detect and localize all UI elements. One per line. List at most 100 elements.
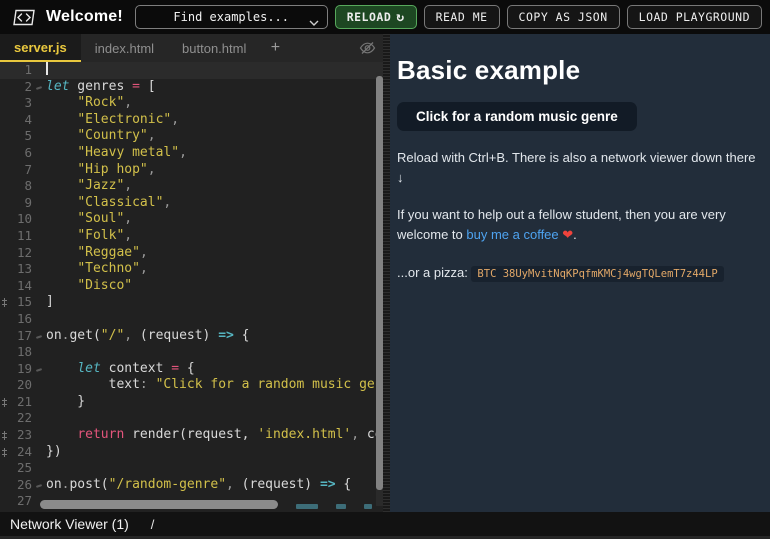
code-line[interactable]: 16 xyxy=(0,311,383,328)
add-tab-button[interactable]: + xyxy=(260,34,290,62)
code-text: "Classical", xyxy=(77,194,172,210)
line-number: 18 xyxy=(16,344,32,360)
line-number: 9 xyxy=(24,194,32,210)
code-line[interactable]: 11 "Folk", xyxy=(0,228,383,245)
reload-hint-text: Reload with Ctrl+B. There is also a netw… xyxy=(397,150,756,186)
code-line[interactable]: 24}) xyxy=(0,444,383,461)
code-text: "Reggae", xyxy=(77,244,148,260)
fold-slot xyxy=(32,228,46,245)
code-line[interactable]: 4 "Electronic", xyxy=(0,112,383,129)
code-text: "Soul", xyxy=(77,211,133,227)
network-viewer-label[interactable]: Network Viewer (1) xyxy=(10,516,129,532)
code-line[interactable]: 25 xyxy=(0,460,383,477)
gutter-marker-slot xyxy=(0,79,9,96)
fold-slot xyxy=(32,145,46,162)
random-genre-button[interactable]: Click for a random music genre xyxy=(397,102,637,131)
find-examples-value: Find examples... xyxy=(173,10,289,24)
heart-icon: ❤ xyxy=(558,227,574,243)
code-text: text: "Click for a random music genre" xyxy=(46,377,383,393)
code-line[interactable]: 3 "Rock", xyxy=(0,95,383,112)
gutter-marker-slot xyxy=(0,162,9,179)
gutter-marker-slot xyxy=(0,145,9,162)
load-playground-button[interactable]: LOAD PLAYGROUND xyxy=(626,5,762,29)
code-editor[interactable]: 1 2 let genres = [3 "Rock", 4 "Electronic",… xyxy=(0,62,383,512)
code-line[interactable]: 2 let genres = [ xyxy=(0,79,383,96)
gutter-marker-slot xyxy=(0,261,9,278)
read-me-button[interactable]: READ ME xyxy=(423,5,500,29)
copy-as-json-button[interactable]: COPY AS JSON xyxy=(506,5,620,29)
fold-toggle-icon[interactable] xyxy=(32,79,46,96)
code-line[interactable]: 7 "Hip hop", xyxy=(0,162,383,179)
line-number: 6 xyxy=(24,144,32,160)
gutter-marker-slot xyxy=(0,410,9,427)
line-number: 22 xyxy=(16,410,32,426)
tab-index-html[interactable]: index.html xyxy=(81,34,168,62)
fold-slot xyxy=(32,344,46,361)
top-bar: Welcome! Find examples... RELOAD ↻ READ … xyxy=(0,0,770,34)
line-number: 1 xyxy=(24,62,32,77)
reload-button[interactable]: RELOAD ↻ xyxy=(334,5,417,29)
code-line[interactable]: 23 return render(request, 'index.html', … xyxy=(0,427,383,444)
line-number: 25 xyxy=(16,460,32,476)
fold-slot xyxy=(32,195,46,212)
fold-toggle-icon[interactable] xyxy=(32,477,46,494)
chevron-down-icon xyxy=(309,15,319,29)
line-number: 24 xyxy=(16,443,32,459)
code-line[interactable]: 20 text: "Click for a random music genre… xyxy=(0,377,383,394)
tab-server-js[interactable]: server.js xyxy=(0,34,81,62)
line-number: 3 xyxy=(24,95,32,111)
gutter-marker-slot xyxy=(0,278,9,295)
vertical-scrollbar-track[interactable] xyxy=(376,72,383,506)
code-line[interactable]: 6 "Heavy metal", xyxy=(0,145,383,162)
line-number: 2 xyxy=(24,78,32,94)
horizontal-scrollbar[interactable] xyxy=(40,500,278,509)
code-line[interactable]: 10 "Soul", xyxy=(0,211,383,228)
network-request-path[interactable]: / xyxy=(151,517,155,532)
code-line[interactable]: 19 let context = { xyxy=(0,361,383,378)
code-text: }) xyxy=(46,443,62,459)
code-line[interactable]: 17 on.get("/", (request) => { xyxy=(0,328,383,345)
gutter-marker-slot xyxy=(0,477,9,494)
code-text: on.post("/random-genre", (request) => { xyxy=(46,476,352,492)
gutter-marker-slot xyxy=(0,228,9,245)
code-line[interactable]: 13 "Techno", xyxy=(0,261,383,278)
code-text: } xyxy=(46,393,86,409)
find-examples-select[interactable]: Find examples... xyxy=(134,5,328,29)
gutter-marker-slot xyxy=(0,62,9,79)
code-line[interactable]: 12 "Reggae", xyxy=(0,245,383,262)
gutter-marker-slot xyxy=(0,245,9,262)
gutter-marker-slot xyxy=(0,377,9,394)
code-line[interactable]: 8 "Jazz", xyxy=(0,178,383,195)
fold-toggle-icon[interactable] xyxy=(32,328,46,345)
code-line[interactable]: 18 xyxy=(0,344,383,361)
reload-icon: ↻ xyxy=(396,9,405,25)
code-line[interactable]: 22 xyxy=(0,410,383,427)
code-line[interactable]: 26 on.post("/random-genre", (request) => … xyxy=(0,477,383,494)
fold-slot xyxy=(32,62,46,79)
code-line[interactable]: 1 xyxy=(0,62,383,79)
buy-me-a-coffee-link[interactable]: buy me a coffee xyxy=(466,227,558,242)
code-line[interactable]: 14 "Disco" xyxy=(0,278,383,295)
preview-pane: Basic example Click for a random music g… xyxy=(390,34,770,512)
tab-button-html[interactable]: button.html xyxy=(168,34,260,62)
line-number: 4 xyxy=(24,111,32,127)
network-viewer-bar[interactable]: Network Viewer (1) / xyxy=(0,512,770,539)
gutter-marker-slot xyxy=(0,211,9,228)
code-line[interactable]: 21 } xyxy=(0,394,383,411)
eye-off-icon[interactable] xyxy=(359,40,376,56)
code-text: let genres = [ xyxy=(46,78,156,94)
preview-heading: Basic example xyxy=(397,55,581,85)
gutter-marker-icon xyxy=(0,427,9,444)
line-number: 14 xyxy=(16,277,32,293)
vertical-scrollbar-thumb[interactable] xyxy=(376,76,383,490)
code-line[interactable]: 5 "Country", xyxy=(0,128,383,145)
fold-slot xyxy=(32,278,46,295)
line-number: 5 xyxy=(24,128,32,144)
code-line[interactable]: 15] xyxy=(0,294,383,311)
fold-toggle-icon[interactable] xyxy=(32,361,46,378)
pane-resize-handle[interactable] xyxy=(383,34,390,512)
gutter-marker-slot xyxy=(0,95,9,112)
line-number: 26 xyxy=(16,476,32,492)
text-cursor xyxy=(46,62,48,75)
code-line[interactable]: 9 "Classical", xyxy=(0,195,383,212)
